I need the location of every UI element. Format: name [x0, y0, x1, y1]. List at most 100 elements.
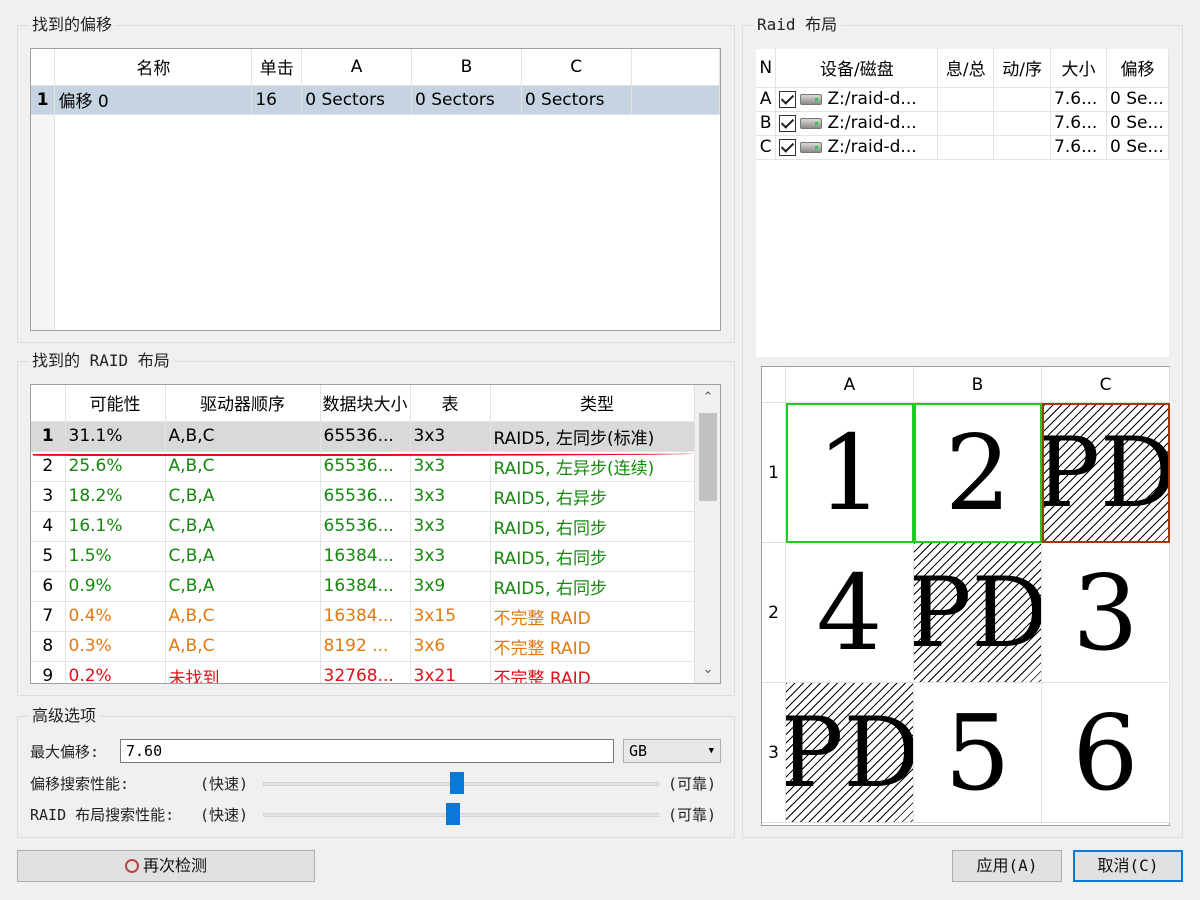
- layout-drive-order: C,B,A: [165, 511, 321, 542]
- layouts-col-prob[interactable]: 可能性: [65, 385, 166, 422]
- layout-drive-order: A,B,C: [165, 421, 321, 452]
- data-block: 5: [914, 683, 1042, 823]
- parity-block: PD: [914, 543, 1042, 683]
- table-row[interactable]: 7 0.4% A,B,C 16384... 3x15 不完整 RAID: [31, 601, 705, 632]
- disk-offset: 0 Se...: [1106, 111, 1169, 136]
- disk-order: [993, 111, 1052, 136]
- row-number: 7: [31, 601, 66, 632]
- layouts-col-block[interactable]: 数据块大小: [320, 385, 411, 422]
- scroll-down-icon[interactable]: ⌄: [695, 657, 720, 683]
- table-row[interactable]: 5 1.5% C,B,A 16384... 3x3 RAID5, 右同步: [31, 541, 705, 572]
- layout-type: RAID5, 右同步: [490, 541, 705, 572]
- disks-table: N 设备/磁盘 息/总 动/序 大小 偏移 A Z:/raid-d... 7.6..…: [756, 49, 1169, 160]
- redetect-button[interactable]: 再次检测: [17, 850, 315, 882]
- offset-slider-thumb[interactable]: [450, 772, 464, 794]
- data-block: 1: [786, 403, 914, 543]
- layout-block-size: 65536...: [320, 511, 411, 542]
- scroll-thumb[interactable]: [699, 413, 717, 501]
- max-offset-input[interactable]: 7.60: [120, 739, 614, 763]
- disk-offset: 0 Se...: [1106, 87, 1169, 112]
- offsets-col-name[interactable]: 名称: [54, 49, 253, 86]
- raid-slider-thumb[interactable]: [446, 803, 460, 825]
- layout-type: 不完整 RAID: [490, 601, 705, 632]
- scroll-up-icon[interactable]: ⌃: [695, 385, 720, 411]
- layouts-scrollbar[interactable]: ⌃ ⌄: [694, 385, 720, 683]
- chevron-down-icon: ▼: [708, 746, 714, 756]
- offset-name: 偏移 0: [54, 85, 253, 115]
- layouts-list[interactable]: 可能性 驱动器顺序 数据块大小 表 类型 1 31.1% A,B,C 65536...…: [30, 384, 721, 684]
- disks-list[interactable]: N 设备/磁盘 息/总 动/序 大小 偏移 A Z:/raid-d... 7.6..…: [755, 48, 1170, 358]
- diagram-column-header: C: [1042, 367, 1170, 403]
- disk-device: Z:/raid-d...: [827, 89, 917, 109]
- table-row[interactable]: 4 16.1% C,B,A 65536... 3x3 RAID5, 右同步: [31, 511, 705, 542]
- disks-col-size[interactable]: 大小: [1050, 49, 1107, 88]
- table-row[interactable]: 1 偏移 0 16 0 Sectors 0 Sectors 0 Sectors: [31, 85, 720, 115]
- offsets-col-a[interactable]: A: [301, 49, 413, 86]
- raid-slider-track[interactable]: [263, 813, 659, 817]
- disk-size: 7.6...: [1050, 111, 1107, 136]
- table-row[interactable]: 1 31.1% A,B,C 65536... 3x3 RAID5, 左同步(标准): [31, 421, 705, 452]
- disks-col-offset[interactable]: 偏移: [1106, 49, 1169, 88]
- hard-disk-icon: [800, 117, 823, 129]
- offset-search-label: 偏移搜索性能:: [30, 775, 130, 793]
- offsets-list[interactable]: 名称 单击 A B C 1 偏移 0 16 0 Sectors 0 Sector…: [30, 48, 721, 331]
- table-row[interactable]: 6 0.9% C,B,A 16384... 3x9 RAID5, 右同步: [31, 571, 705, 602]
- offset-search-fast: (快速): [200, 775, 249, 793]
- disk-info: [937, 111, 995, 136]
- offsets-col-c[interactable]: C: [521, 49, 632, 86]
- layouts-col-type[interactable]: 类型: [490, 385, 705, 422]
- diagram-corner: [762, 367, 786, 403]
- disk-checkbox[interactable]: [779, 114, 797, 132]
- diagram-row-header: 2: [762, 543, 786, 683]
- refresh-icon: [124, 858, 139, 873]
- table-row[interactable]: B Z:/raid-d... 7.6... 0 Se...: [756, 111, 1169, 136]
- layout-type: 不完整 RAID: [490, 631, 705, 662]
- layout-drive-order: C,B,A: [165, 571, 321, 602]
- disks-col-letter[interactable]: N: [756, 49, 777, 88]
- table-row[interactable]: C Z:/raid-d... 7.6... 0 Se...: [756, 135, 1169, 160]
- table-row[interactable]: A Z:/raid-d... 7.6... 0 Se...: [756, 87, 1169, 112]
- disk-checkbox[interactable]: [779, 90, 797, 108]
- disk-checkbox[interactable]: [779, 138, 797, 156]
- disk-letter: C: [756, 135, 777, 160]
- disks-col-device[interactable]: 设备/磁盘: [775, 49, 939, 88]
- layouts-col-order[interactable]: 驱动器顺序: [165, 385, 321, 422]
- layout-block-size: 8192 ...: [320, 631, 411, 662]
- disks-col-info[interactable]: 息/总: [937, 49, 995, 88]
- offsets-col-b[interactable]: B: [411, 49, 522, 86]
- unit-select[interactable]: GB ▼: [623, 739, 721, 763]
- offsets-col-click[interactable]: 单击: [251, 49, 303, 86]
- row-number: 6: [31, 571, 66, 602]
- layout-type: RAID5, 右同步: [490, 571, 705, 602]
- layout-table: 3x6: [410, 631, 491, 662]
- disk-order: [993, 135, 1052, 160]
- table-row[interactable]: 9 0.2% 未找到 32768... 3x21 不完整 RAID: [31, 661, 705, 683]
- layout-block-size: 32768...: [320, 661, 411, 683]
- disks-col-order[interactable]: 动/序: [993, 49, 1052, 88]
- row-number: 9: [31, 661, 66, 683]
- layout-probability: 18.2%: [65, 481, 166, 512]
- offset-b: 0 Sectors: [411, 85, 522, 115]
- layout-drive-order: C,B,A: [165, 541, 321, 572]
- cancel-button[interactable]: 取消(C): [1073, 850, 1183, 882]
- table-row[interactable]: 3 18.2% C,B,A 65536... 3x3 RAID5, 右异步: [31, 481, 705, 512]
- layout-block-size: 16384...: [320, 601, 411, 632]
- layouts-col-table[interactable]: 表: [410, 385, 491, 422]
- layout-probability: 0.2%: [65, 661, 166, 683]
- raid-search-label: RAID 布局搜索性能:: [30, 806, 175, 824]
- row-number: 5: [31, 541, 66, 572]
- layout-probability: 0.3%: [65, 631, 166, 662]
- apply-button[interactable]: 应用(A): [952, 850, 1062, 882]
- offset-click: 16: [251, 85, 303, 115]
- offset-c: 0 Sectors: [521, 85, 632, 115]
- layout-block-size: 16384...: [320, 541, 411, 572]
- offsets-table: 名称 单击 A B C 1 偏移 0 16 0 Sectors 0 Sector…: [31, 49, 720, 115]
- row-number: 1: [31, 421, 66, 452]
- layout-type: RAID5, 右异步: [490, 481, 705, 512]
- table-row[interactable]: 8 0.3% A,B,C 8192 ... 3x6 不完整 RAID: [31, 631, 705, 662]
- layouts-group-title: 找到的 RAID 布局: [28, 351, 174, 371]
- raid-diagram: A B C 1 2 3 1 2 PD 4 PD 3 PD 5 6: [761, 366, 1170, 826]
- disk-device-cell: Z:/raid-d...: [775, 135, 939, 160]
- disk-size: 7.6...: [1050, 87, 1107, 112]
- diagram-row-header: 3: [762, 683, 786, 823]
